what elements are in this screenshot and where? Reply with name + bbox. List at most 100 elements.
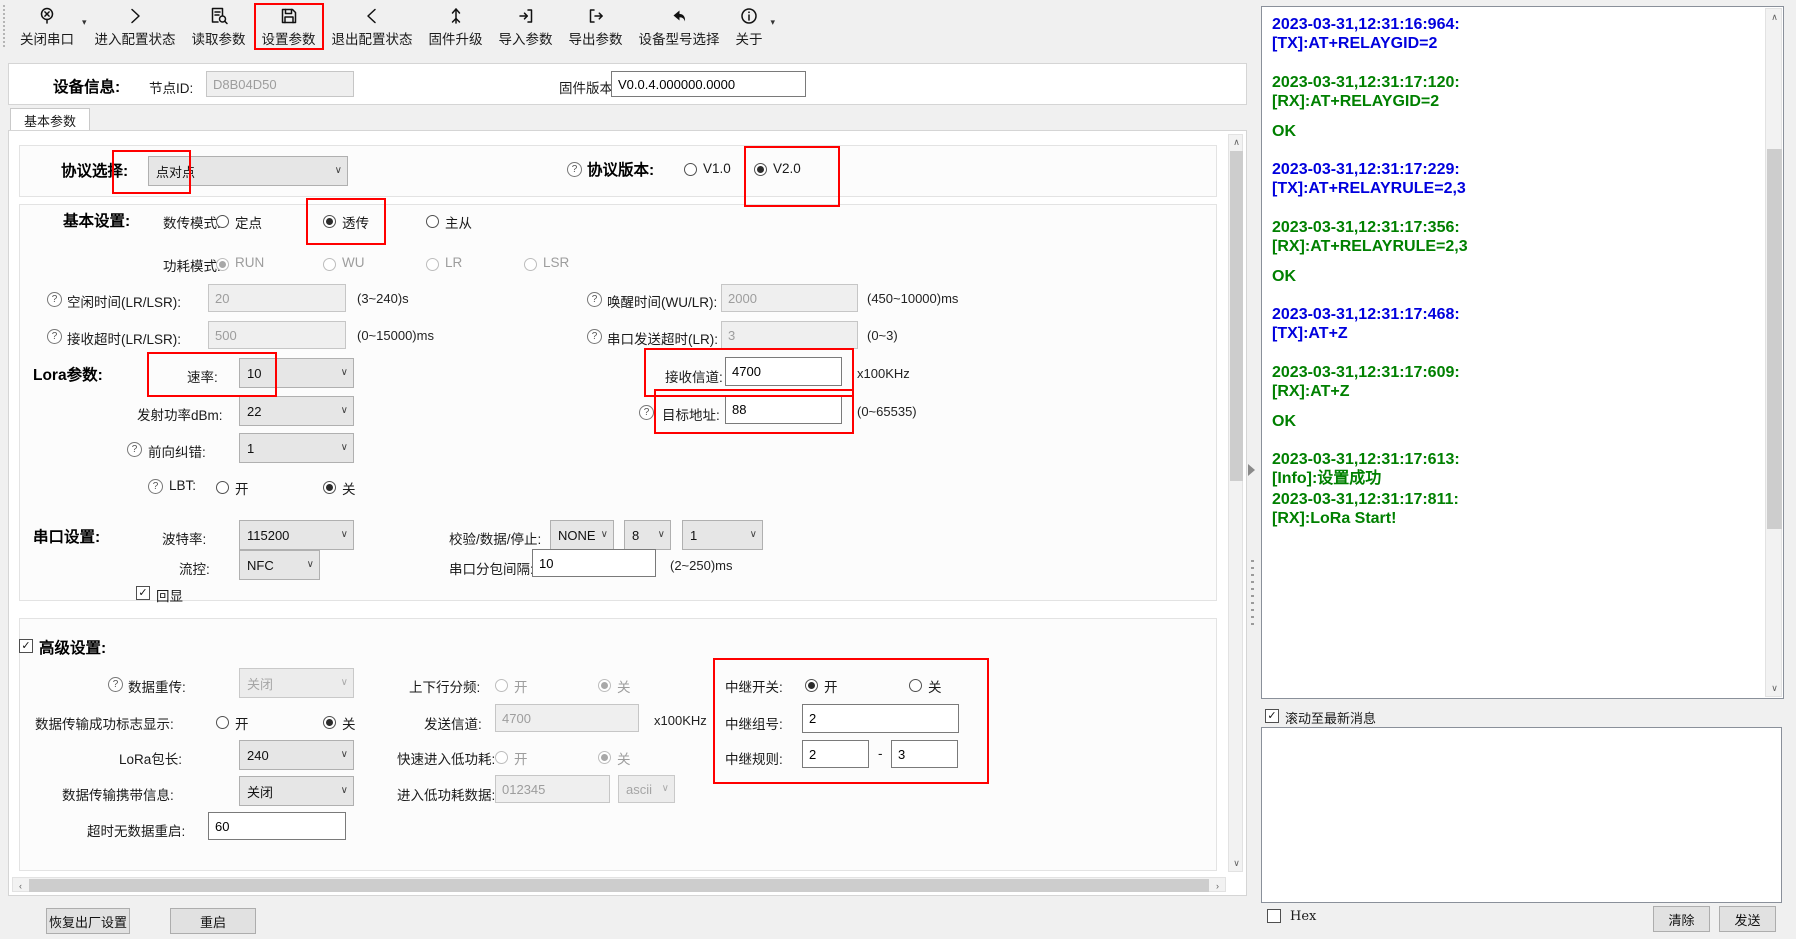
radio-mode-master-slave-label: 主从 (445, 212, 472, 232)
split-interval-field[interactable]: 10 (532, 549, 656, 577)
scroll-right-icon[interactable]: › (1210, 878, 1225, 893)
rate-dropdown[interactable]: 10∨ (239, 358, 354, 388)
relay-rule-from-field[interactable]: 2 (802, 740, 869, 768)
log-entry: 2023-03-31,12:31:17:120:[RX]:AT+RELAYGID… (1272, 73, 1761, 111)
radio-success-flag-off-label: 关 (342, 713, 356, 733)
tx-power-dropdown[interactable]: 22∨ (239, 396, 354, 426)
splitter-grip[interactable] (1251, 560, 1254, 630)
checkbox-echo[interactable]: ✓ (136, 586, 150, 600)
send-input[interactable] (1261, 727, 1782, 903)
toolbar-close-serial-port[interactable]: 关闭串口 (12, 3, 82, 50)
radio-relay-on[interactable] (805, 679, 818, 692)
lbt-label: LBT: (169, 478, 196, 493)
packet-len-label: LoRa包长: (119, 748, 182, 768)
radio-mode-fixed[interactable] (216, 215, 229, 228)
uart-tx-timeout-field: 3 (721, 321, 858, 349)
toolbar-exit-config[interactable]: 退出配置状态 (324, 3, 421, 50)
scroll-down-icon[interactable]: ∨ (1229, 856, 1244, 871)
dropdown-caret-icon[interactable]: ▾ (771, 17, 776, 28)
relay-group-field[interactable]: 2 (802, 704, 959, 733)
timeout-restart-field[interactable]: 60 (208, 812, 346, 840)
toolbar-label: 关于 (736, 28, 763, 48)
radio-relay-off[interactable] (909, 679, 922, 692)
flow-label: 流控: (179, 558, 210, 578)
radio-power-wu-label: WU (342, 255, 365, 270)
dropdown-caret-icon: ∨ (341, 749, 348, 760)
split-interval-range: (2~250)ms (670, 558, 733, 573)
device-model-select-icon (669, 5, 689, 27)
factory-reset-button[interactable]: 恢复出厂设置 (46, 908, 130, 934)
tab-basic-params[interactable]: 基本参数 (10, 108, 90, 132)
toolbar-export-params[interactable]: 导出参数 (561, 3, 631, 50)
config-hscrollbar[interactable]: ‹ › (12, 877, 1226, 892)
tx-power-label: 发射功率dBm: (137, 404, 223, 424)
rx-channel-unit: x100KHz (857, 366, 910, 381)
idle-time-field: 20 (208, 284, 346, 312)
toolbar-about[interactable]: 关于 (728, 3, 771, 50)
toolbar-firmware-upgrade[interactable]: 固件升级 (421, 3, 491, 50)
target-addr-field[interactable]: 88 (725, 395, 842, 424)
log-vscrollbar[interactable]: ∧ ∨ (1765, 8, 1782, 697)
check-icon: ✓ (138, 588, 147, 599)
radio-success-flag-on-label: 开 (235, 713, 249, 733)
packet-len-dropdown[interactable]: 240∨ (239, 740, 354, 770)
toolbar-device-model-select[interactable]: 设备型号选择 (631, 3, 728, 50)
radio-mode-transparent[interactable] (323, 215, 336, 228)
toolbar-import-params[interactable]: 导入参数 (491, 3, 561, 50)
relay-rule-label: 中继规则: (725, 748, 783, 768)
radio-mode-master-slave[interactable] (426, 215, 439, 228)
scroll-down-icon[interactable]: ∨ (1766, 680, 1783, 696)
scroll-up-icon[interactable]: ∧ (1766, 9, 1783, 25)
radio-updown-off-label: 关 (617, 676, 631, 696)
dropdown-caret-icon: ∨ (341, 529, 348, 540)
rx-channel-field[interactable]: 4700 (725, 357, 842, 386)
toolbar-enter-config[interactable]: 进入配置状态 (87, 3, 184, 50)
baud-dropdown[interactable]: 115200∨ (239, 520, 354, 550)
restart-button[interactable]: 重启 (170, 908, 256, 934)
fec-dropdown[interactable]: 1∨ (239, 433, 354, 463)
checkbox-autoscroll[interactable]: ✓ (1265, 709, 1279, 723)
protocol-select-label: 协议选择: (61, 159, 128, 181)
help-icon: ? (108, 677, 123, 692)
export-params-icon (586, 5, 606, 27)
parity-dropdown[interactable]: NONE∨ (550, 520, 614, 550)
splitter-collapse-icon[interactable] (1248, 464, 1255, 476)
log-entry: OK (1272, 122, 1761, 141)
radio-success-flag-on[interactable] (216, 716, 229, 729)
send-button[interactable]: 发送 (1719, 906, 1776, 932)
config-vscrollbar[interactable]: ∧ ∨ (1228, 134, 1243, 872)
radio-power-lsr (524, 258, 537, 271)
rx-timeout-label: 接收超时(LR/LSR): (67, 328, 181, 348)
log-vscroll-thumb[interactable] (1767, 149, 1782, 529)
firmware-version-field[interactable]: V0.0.4.000000.0000 (611, 71, 806, 97)
vscroll-thumb[interactable] (1230, 151, 1243, 481)
protocol-select-dropdown[interactable]: 点对点∨ (148, 156, 348, 186)
radio-power-lr (426, 258, 439, 271)
carry-info-dropdown[interactable]: 关闭∨ (239, 776, 354, 806)
hscroll-thumb[interactable] (29, 879, 1209, 892)
scroll-up-icon[interactable]: ∧ (1229, 135, 1244, 150)
radio-lbt-off[interactable] (323, 481, 336, 494)
wake-time-field: 2000 (721, 284, 858, 312)
fec-label: 前向纠错: (148, 441, 206, 461)
radio-lbt-on[interactable] (216, 481, 229, 494)
toolbar-read-params[interactable]: 读取参数 (184, 3, 254, 50)
radio-protocol-v2[interactable] (754, 163, 767, 176)
checkbox-advanced[interactable]: ✓ (19, 639, 33, 653)
toolbar-set-params[interactable]: 设置参数 (254, 3, 324, 50)
firmware-upgrade-icon (446, 5, 466, 27)
radio-success-flag-off[interactable] (323, 716, 336, 729)
flow-dropdown[interactable]: NFC∨ (239, 550, 320, 580)
databits-dropdown[interactable]: 8∨ (624, 520, 671, 550)
log-panel[interactable]: 2023-03-31,12:31:16:964:[TX]:AT+RELAYGID… (1261, 6, 1784, 699)
relay-rule-to-field[interactable]: 3 (891, 740, 958, 768)
scroll-left-icon[interactable]: ‹ (13, 878, 28, 893)
stopbits-dropdown[interactable]: 1∨ (682, 520, 763, 550)
clear-button[interactable]: 清除 (1653, 906, 1710, 932)
log-entry: 2023-03-31,12:31:17:356:[RX]:AT+RELAYRUL… (1272, 218, 1761, 256)
radio-protocol-v1[interactable] (684, 163, 697, 176)
target-addr-range: (0~65535) (857, 404, 917, 419)
idle-time-range: (3~240)s (357, 291, 409, 306)
checkbox-hex[interactable] (1267, 909, 1281, 923)
log-content: 2023-03-31,12:31:16:964:[TX]:AT+RELAYGID… (1272, 15, 1761, 694)
